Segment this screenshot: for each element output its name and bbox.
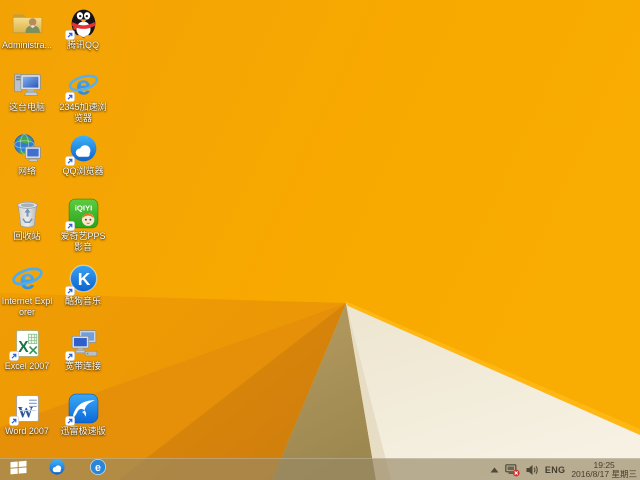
thunder-bird-icon <box>65 391 100 426</box>
administrator-folder-icon <box>10 5 44 39</box>
iqiyi-pps-icon: iQIYI <box>65 196 100 231</box>
desktop-icon-word-2007[interactable]: W Word 2007 <box>0 391 54 437</box>
desktop-icon-label: 迅雷极速版 <box>60 426 106 436</box>
shortcut-arrow-icon <box>9 416 19 426</box>
system-tray: ENG 19:25 2016/8/17 星期三 <box>490 459 637 480</box>
desktop-icon-this-pc[interactable]: 这台电脑 <box>0 67 54 113</box>
desktop-icon-label: 爱奇艺PPS 影音 <box>60 231 106 252</box>
desktop-icon-label: 网络 <box>17 166 36 176</box>
desktop-icon-label: 回收站 <box>13 231 41 241</box>
svg-text:e: e <box>95 462 101 474</box>
qq-browser-cloud-icon <box>65 131 100 166</box>
recycle-bin-icon <box>10 196 44 230</box>
desktop-icon-qq-browser[interactable]: QQ浏览器 <box>56 131 110 177</box>
desktop-icon-label: Word 2007 <box>5 426 49 436</box>
shortcut-arrow-icon <box>65 30 75 40</box>
computer-icon <box>10 67 44 101</box>
desktop: Administra... 腾讯QQ 这台电脑 e 2345加速浏览器 网络 Q… <box>0 0 640 480</box>
desktop-icon-network[interactable]: 网络 <box>0 131 54 177</box>
svg-text:W: W <box>17 404 33 421</box>
broadband-connection-icon <box>65 326 100 361</box>
desktop-icon-excel-2007[interactable]: X Excel 2007 <box>0 326 54 372</box>
desktop-icon-recycle-bin[interactable]: 回收站 <box>0 196 54 242</box>
qq-penguin-icon <box>65 5 100 40</box>
windows-logo-icon <box>10 460 27 480</box>
language-indicator[interactable]: ENG <box>545 465 565 475</box>
desktop-icon-tencent-qq[interactable]: 腾讯QQ <box>56 5 110 51</box>
shortcut-arrow-icon <box>65 351 75 361</box>
network-disconnected-icon[interactable] <box>505 463 520 477</box>
desktop-icon-label: QQ浏览器 <box>62 166 104 176</box>
desktop-icon-internet-explorer[interactable]: e Internet Explorer <box>0 261 54 318</box>
taskbar-qq-browser-button[interactable] <box>36 459 77 480</box>
svg-text:iQIYI: iQIYI <box>74 203 92 212</box>
clock-date: 2016/8/17 星期三 <box>571 469 637 479</box>
desktop-icon-label: 酷狗音乐 <box>64 296 101 306</box>
network-globe-icon <box>10 131 44 165</box>
desktop-icon-iqiyi-pps[interactable]: iQIYI 爱奇艺PPS 影音 <box>56 196 110 253</box>
excel-icon: X <box>9 326 44 361</box>
desktop-icon-broadband[interactable]: 宽带连接 <box>56 326 110 372</box>
2345-browser-e-icon: e <box>65 67 100 102</box>
desktop-icon-administrator[interactable]: Administra... <box>0 5 54 51</box>
word-icon: W <box>9 391 44 426</box>
shortcut-arrow-icon <box>9 351 19 361</box>
volume-icon[interactable] <box>526 464 539 476</box>
desktop-icon-label: Administra... <box>1 40 52 50</box>
desktop-icon-thunder[interactable]: 迅雷极速版 <box>56 391 110 437</box>
desktop-icon-label: Internet Explorer <box>1 296 53 317</box>
shortcut-arrow-icon <box>65 221 75 231</box>
desktop-icon-label: 这台电脑 <box>8 102 45 112</box>
desktop-icon-label: 腾讯QQ <box>66 40 99 50</box>
taskbar-2345-browser-button[interactable]: e <box>77 459 118 480</box>
taskbar: e ENG 19:25 2016/8/17 星期三 <box>0 458 640 480</box>
qq-browser-icon <box>48 458 66 480</box>
desktop-icon-2345-browser[interactable]: e 2345加速浏览器 <box>56 67 110 124</box>
clock[interactable]: 19:25 2016/8/17 星期三 <box>571 460 637 480</box>
2345-browser-icon: e <box>89 458 107 480</box>
shortcut-arrow-icon <box>65 156 75 166</box>
start-button[interactable] <box>0 459 36 480</box>
show-hidden-icons-button[interactable] <box>490 467 499 473</box>
desktop-icon-kugou-music[interactable]: K 酷狗音乐 <box>56 261 110 307</box>
kugou-k-icon: K <box>65 261 100 296</box>
svg-text:K: K <box>77 269 90 289</box>
shortcut-arrow-icon <box>65 92 75 102</box>
desktop-icon-label: 2345加速浏览器 <box>59 102 107 123</box>
shortcut-arrow-icon <box>65 286 75 296</box>
desktop-icon-label: Excel 2007 <box>4 361 50 371</box>
svg-text:X: X <box>18 338 29 355</box>
shortcut-arrow-icon <box>65 416 75 426</box>
internet-explorer-icon: e <box>10 261 44 295</box>
desktop-icon-label: 宽带连接 <box>64 361 101 371</box>
